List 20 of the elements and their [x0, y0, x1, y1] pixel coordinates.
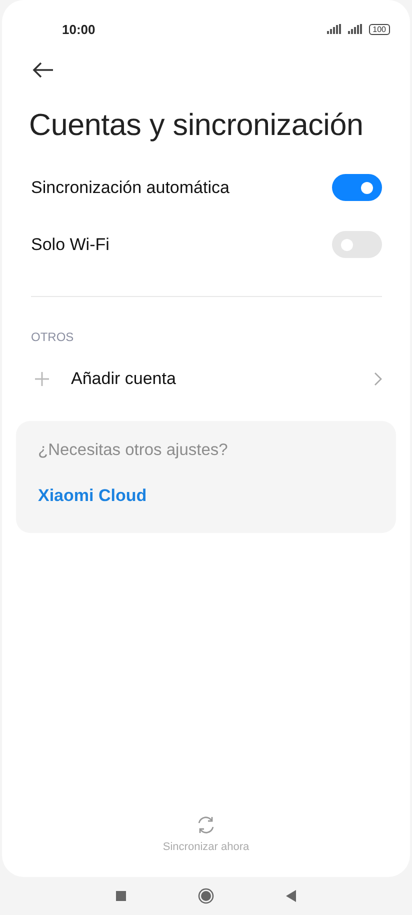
cloud-link[interactable]: Xiaomi Cloud [38, 486, 147, 506]
setting-label: Solo Wi-Fi [31, 234, 110, 254]
battery-level: 100 [368, 24, 390, 34]
signal-icon [348, 24, 364, 34]
add-account-item[interactable]: Añadir cuenta [71, 369, 374, 389]
chevron-right-icon [374, 372, 382, 386]
help-question: ¿Necesitas otros ajustes? [38, 441, 229, 460]
back-arrow-icon[interactable] [32, 62, 54, 78]
sync-icon[interactable] [196, 815, 216, 835]
section-header: OTROS [31, 330, 75, 344]
home-icon[interactable] [198, 888, 214, 904]
toggle-switch[interactable] [332, 231, 382, 258]
status-time: 10:00 [62, 22, 96, 36]
page-title: Cuentas y sincronización [29, 108, 364, 143]
sync-now-label[interactable]: Sincronizar ahora [162, 841, 250, 853]
back-icon[interactable] [286, 890, 296, 902]
setting-label: Sincronización automática [31, 178, 230, 198]
toggle-switch[interactable] [332, 174, 382, 201]
plus-icon [35, 372, 49, 386]
signal-icon [326, 24, 343, 34]
